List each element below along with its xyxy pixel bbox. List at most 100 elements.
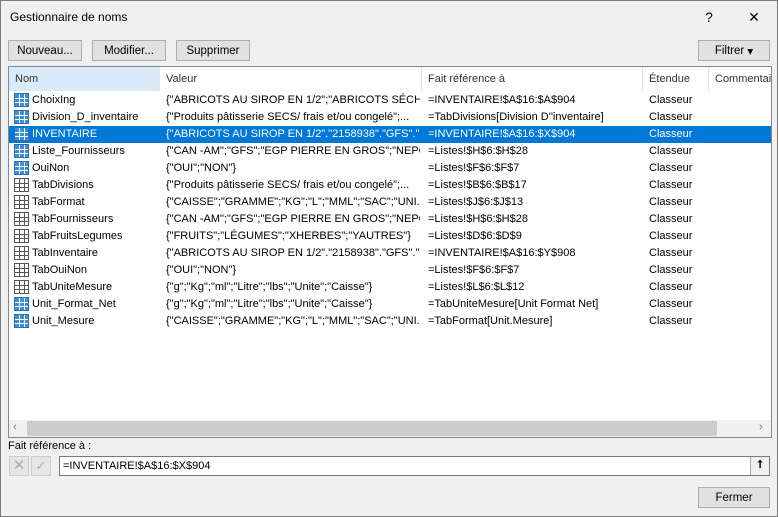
row-scope: Classeur xyxy=(649,162,693,174)
table-row[interactable]: TabOuiNon {"OUI";"NON"} =Listes!$F$6:$F$… xyxy=(9,262,771,279)
row-name: TabFormat xyxy=(32,196,85,208)
table-icon xyxy=(14,212,29,226)
row-refers-to: =TabDivisions[Division D''inventaire] xyxy=(428,111,604,123)
refers-to-input[interactable]: =INVENTAIRE!$A$16:$X$904 xyxy=(59,456,770,476)
row-scope: Classeur xyxy=(649,298,693,310)
row-value: {"Produits pâtisserie SECS/ frais et/ou … xyxy=(166,111,410,123)
scroll-right-icon[interactable]: › xyxy=(759,421,763,433)
table-icon xyxy=(14,195,29,209)
row-refers-to: =Listes!$L$6:$L$12 xyxy=(428,281,525,293)
row-scope: Classeur xyxy=(649,94,693,106)
collapse-dialog-icon[interactable]: ⭡ xyxy=(750,457,769,475)
row-name: TabOuiNon xyxy=(32,264,88,276)
row-value: {"CAN -AM";"GFS";"EGP PIERRE EN GROS";"N… xyxy=(166,213,420,225)
row-name: Unit_Format_Net xyxy=(32,298,116,310)
table-row[interactable]: Unit_Mesure {"CAISSE";"GRAMME";"KG";"L";… xyxy=(9,313,771,330)
named-range-icon xyxy=(14,161,29,175)
horizontal-scrollbar[interactable]: ‹ › xyxy=(9,420,771,437)
row-refers-to: =INVENTAIRE!$A$16:$X$904 xyxy=(428,128,576,140)
named-range-icon xyxy=(14,297,29,311)
row-refers-to: =Listes!$F$6:$F$7 xyxy=(428,264,520,276)
row-refers-to: =Listes!$J$6:$J$13 xyxy=(428,196,524,208)
row-refers-to: =Listes!$H$6:$H$28 xyxy=(428,145,528,157)
table-row[interactable]: Liste_Fournisseurs {"CAN -AM";"GFS";"EGP… xyxy=(9,143,771,160)
row-value: {"g";"Kg";"ml";"Litre";"lbs";"Unite";"Ca… xyxy=(166,298,373,310)
delete-button[interactable]: Supprimer xyxy=(176,40,250,61)
confirm-edit-icon[interactable]: ✓ xyxy=(31,456,51,476)
row-value: {"Produits pâtisserie SECS/ frais et/ou … xyxy=(166,179,410,191)
row-name: Unit_Mesure xyxy=(32,315,95,327)
row-refers-to: =Listes!$D$6:$D$9 xyxy=(428,230,522,242)
table-row[interactable]: TabFormat {"CAISSE";"GRAMME";"KG";"L";"M… xyxy=(9,194,771,211)
cancel-edit-icon[interactable]: ✕ xyxy=(9,456,29,476)
row-scope: Classeur xyxy=(649,128,693,140)
column-header-name[interactable]: Nom xyxy=(9,67,160,91)
row-scope: Classeur xyxy=(649,247,693,259)
row-name: TabUniteMesure xyxy=(32,281,113,293)
row-scope: Classeur xyxy=(649,179,693,191)
row-value: {"CAISSE";"GRAMME";"KG";"L";"MML";"SAC";… xyxy=(166,315,420,327)
table-row[interactable]: TabDivisions {"Produits pâtisserie SECS/… xyxy=(9,177,771,194)
row-name: Division_D_inventaire xyxy=(32,111,139,123)
named-range-icon xyxy=(14,144,29,158)
row-refers-to: =INVENTAIRE!$A$16:$A$904 xyxy=(428,94,576,106)
close-button[interactable]: Fermer xyxy=(698,487,770,508)
row-name: Liste_Fournisseurs xyxy=(32,145,125,157)
row-refers-to: =TabUniteMesure[Unit Format Net] xyxy=(428,298,599,310)
named-range-icon xyxy=(14,93,29,107)
names-list[interactable]: Nom Valeur Fait référence à Étendue Comm… xyxy=(8,66,772,438)
refers-to-label: Fait référence à : xyxy=(8,440,92,452)
help-button[interactable]: ? xyxy=(687,1,731,33)
table-icon xyxy=(14,178,29,192)
window-title: Gestionnaire de noms xyxy=(10,10,128,24)
named-range-icon xyxy=(14,110,29,124)
row-value: {"g";"Kg";"ml";"Litre";"lbs";"Unite";"Ca… xyxy=(166,281,373,293)
scroll-left-icon[interactable]: ‹ xyxy=(13,421,17,433)
row-value: {"OUI";"NON"} xyxy=(166,162,237,174)
new-button[interactable]: Nouveau... xyxy=(8,40,82,61)
column-header-value[interactable]: Valeur xyxy=(160,67,422,91)
row-refers-to: =Listes!$F$6:$F$7 xyxy=(428,162,520,174)
table-icon xyxy=(14,246,29,260)
row-scope: Classeur xyxy=(649,145,693,157)
column-header-scope[interactable]: Étendue xyxy=(643,67,709,91)
table-icon xyxy=(14,280,29,294)
row-value: {"ABRICOTS AU SIROP EN 1/2";"ABRICOTS SÉ… xyxy=(166,94,420,106)
row-name: TabInventaire xyxy=(32,247,99,259)
table-icon xyxy=(14,229,29,243)
row-value: {"OUI";"NON"} xyxy=(166,264,237,276)
table-row[interactable]: TabInventaire {"ABRICOTS AU SIROP EN 1/2… xyxy=(9,245,771,262)
column-header-refers-to[interactable]: Fait référence à xyxy=(422,67,643,91)
table-row[interactable]: INVENTAIRE {"ABRICOTS AU SIROP EN 1/2"."… xyxy=(9,126,771,143)
table-row[interactable]: OuiNon {"OUI";"NON"} =Listes!$F$6:$F$7 C… xyxy=(9,160,771,177)
filter-button[interactable]: Filtrer ▾ xyxy=(698,40,770,61)
row-refers-to: =TabFormat[Unit.Mesure] xyxy=(428,315,553,327)
row-name: INVENTAIRE xyxy=(32,128,98,140)
named-range-icon xyxy=(14,127,29,141)
table-row[interactable]: Unit_Format_Net {"g";"Kg";"ml";"Litre";"… xyxy=(9,296,771,313)
row-value: {"FRUITS";"LÉGUMES";"XHERBES";"YAUTRES"} xyxy=(166,230,411,242)
table-row[interactable]: ChoixIng {"ABRICOTS AU SIROP EN 1/2";"AB… xyxy=(9,92,771,109)
scrollbar-thumb[interactable] xyxy=(27,421,717,436)
column-header-comment[interactable]: Commentaire xyxy=(709,67,771,91)
table-row[interactable]: TabFournisseurs {"CAN -AM";"GFS";"EGP PI… xyxy=(9,211,771,228)
row-scope: Classeur xyxy=(649,111,693,123)
table-row[interactable]: Division_D_inventaire {"Produits pâtisse… xyxy=(9,109,771,126)
row-value: {"CAN -AM";"GFS";"EGP PIERRE EN GROS";"N… xyxy=(166,145,420,157)
table-row[interactable]: TabUniteMesure {"g";"Kg";"ml";"Litre";"l… xyxy=(9,279,771,296)
row-scope: Classeur xyxy=(649,281,693,293)
close-window-button[interactable]: ✕ xyxy=(732,1,776,33)
row-value: {"CAISSE";"GRAMME";"KG";"L";"MML";"SAC";… xyxy=(166,196,420,208)
row-value: {"ABRICOTS AU SIROP EN 1/2"."2158938"."G… xyxy=(166,247,420,259)
row-scope: Classeur xyxy=(649,196,693,208)
row-refers-to: =Listes!$B$6:$B$17 xyxy=(428,179,527,191)
row-scope: Classeur xyxy=(649,264,693,276)
row-scope: Classeur xyxy=(649,213,693,225)
table-row[interactable]: TabFruitsLegumes {"FRUITS";"LÉGUMES";"XH… xyxy=(9,228,771,245)
row-scope: Classeur xyxy=(649,230,693,242)
row-scope: Classeur xyxy=(649,315,693,327)
row-name: OuiNon xyxy=(32,162,70,174)
edit-button[interactable]: Modifier... xyxy=(92,40,166,61)
row-refers-to: =Listes!$H$6:$H$28 xyxy=(428,213,528,225)
row-value: {"ABRICOTS AU SIROP EN 1/2"."2158938"."G… xyxy=(166,128,420,140)
